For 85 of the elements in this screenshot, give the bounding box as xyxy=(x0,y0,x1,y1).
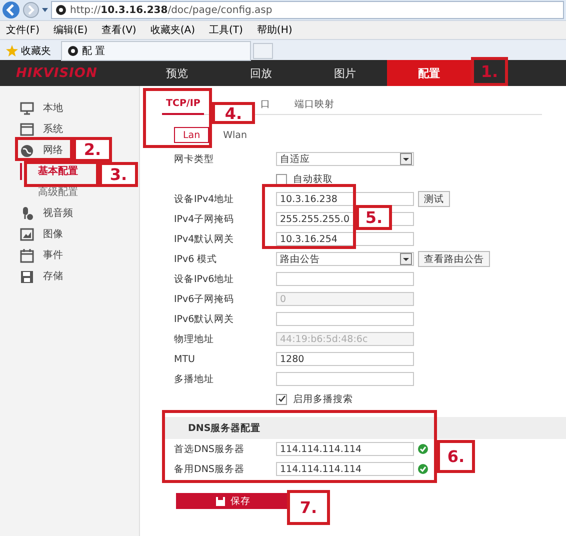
field-label: IPv6默认网关 xyxy=(173,312,236,326)
dropdown[interactable]: 路由公告 xyxy=(276,252,414,266)
window-icon xyxy=(20,122,34,136)
section-header: DNS服务器配置 xyxy=(162,417,566,439)
nav-tab[interactable]: 预览 xyxy=(135,60,219,86)
dropdown-icon xyxy=(403,158,409,160)
checkbox-label: 自动获取 xyxy=(293,172,333,186)
step-number: 5. xyxy=(356,205,392,230)
input-field[interactable]: 10.3.16.238 xyxy=(276,192,414,206)
input-field[interactable]: 114.114.114.114 xyxy=(276,442,414,456)
sidebar-item[interactable]: 视音频 xyxy=(20,206,73,220)
sidebar-item[interactable]: 本地 xyxy=(20,102,63,116)
highlight-frame xyxy=(15,137,73,161)
sidebar-item[interactable]: 系统 xyxy=(20,122,63,136)
step-number: 6. xyxy=(437,440,475,473)
input-field[interactable] xyxy=(276,272,414,286)
star-icon xyxy=(6,45,18,57)
checkbox-label: 启用多播搜索 xyxy=(293,392,353,406)
sidebar-item[interactable]: 图像 xyxy=(20,228,63,242)
address-bar[interactable]: http://10.3.16.238/doc/page/config.asp xyxy=(51,1,564,19)
step-number: 4. xyxy=(212,102,255,124)
globe-icon xyxy=(20,144,34,158)
step-number: 2. xyxy=(73,137,112,162)
save-button[interactable]: 保存 xyxy=(176,493,290,509)
calendar-icon xyxy=(20,248,34,262)
menu-item[interactable]: 工具(T) xyxy=(209,23,243,37)
image-icon xyxy=(20,228,34,242)
menu-item[interactable]: 编辑(E) xyxy=(54,23,88,37)
field-label: MTU xyxy=(173,354,196,364)
dropdown-icon xyxy=(42,8,48,12)
menu-item[interactable]: 收藏夹(A) xyxy=(150,23,195,37)
floppy-icon xyxy=(216,496,224,506)
highlight-frame xyxy=(143,88,212,148)
checkbox[interactable] xyxy=(276,394,287,404)
nav-tab[interactable]: 图片 xyxy=(303,60,387,86)
new-tab-button[interactable] xyxy=(253,43,273,59)
dropdown-icon xyxy=(403,258,409,260)
input-field[interactable]: 114.114.114.114 xyxy=(276,462,414,476)
step-number: 7. xyxy=(287,490,330,525)
input-field[interactable] xyxy=(276,372,414,386)
field-label: IPv4子网掩码 xyxy=(173,212,236,226)
step-number: 1. xyxy=(471,57,508,86)
nav-tab[interactable]: 配置 xyxy=(387,60,471,86)
field-label: 网卡类型 xyxy=(173,152,215,166)
page-icon xyxy=(68,46,78,56)
field-label: 设备IPv4地址 xyxy=(173,192,236,206)
sidebar-subitem[interactable]: 高级配置 xyxy=(38,186,78,199)
tab[interactable]: 口 xyxy=(256,94,274,114)
sidebar-item[interactable]: 事件 xyxy=(20,248,63,262)
tab[interactable]: 端口映射 xyxy=(290,94,338,114)
input-field[interactable]: 10.3.16.254 xyxy=(276,232,414,246)
tab[interactable]: TCP/IP xyxy=(162,94,204,114)
subtab[interactable]: Lan xyxy=(174,127,210,143)
menu-item[interactable]: 文件(F) xyxy=(6,23,40,37)
logo: HIKVISION xyxy=(16,66,98,80)
microphone-icon xyxy=(20,206,34,220)
dropdown[interactable]: 自适应 xyxy=(276,152,414,166)
input-field[interactable]: 1280 xyxy=(276,352,414,366)
back-icon xyxy=(2,1,20,19)
sidebar-item[interactable]: 网络 xyxy=(20,144,63,158)
input-field[interactable] xyxy=(276,312,414,326)
field-label: 设备IPv6地址 xyxy=(173,272,236,286)
field-label: IPv6子网掩码 xyxy=(173,292,236,306)
checkbox[interactable] xyxy=(276,174,287,184)
button[interactable]: 测试 xyxy=(418,191,450,207)
sidebar-item[interactable]: 存储 xyxy=(20,270,63,284)
favorites-button[interactable]: 收藏夹 xyxy=(0,44,57,58)
check-icon xyxy=(278,394,286,402)
page-icon xyxy=(56,5,66,15)
browser-tab[interactable]: 配 置 xyxy=(61,41,251,61)
field-label: 备用DNS服务器 xyxy=(173,462,246,476)
monitor-icon xyxy=(20,102,34,116)
sidebar-subitem[interactable]: 基本配置 xyxy=(38,165,78,178)
menu-item[interactable]: 帮助(H) xyxy=(256,23,292,37)
button[interactable]: 查看路由公告 xyxy=(418,251,490,267)
menu-item[interactable]: 查看(V) xyxy=(102,23,136,37)
nav-tab[interactable]: 回放 xyxy=(219,60,303,86)
field-label: IPv4默认网关 xyxy=(173,232,236,246)
field-label: 首选DNS服务器 xyxy=(173,442,246,456)
url-text: http://10.3.16.238/doc/page/config.asp xyxy=(70,4,272,16)
field-label: 多播地址 xyxy=(173,372,215,386)
step-number: 3. xyxy=(99,162,138,187)
field-label: 物理地址 xyxy=(173,332,215,346)
field-label: IPv6 模式 xyxy=(173,252,218,266)
forward-icon xyxy=(23,2,39,18)
